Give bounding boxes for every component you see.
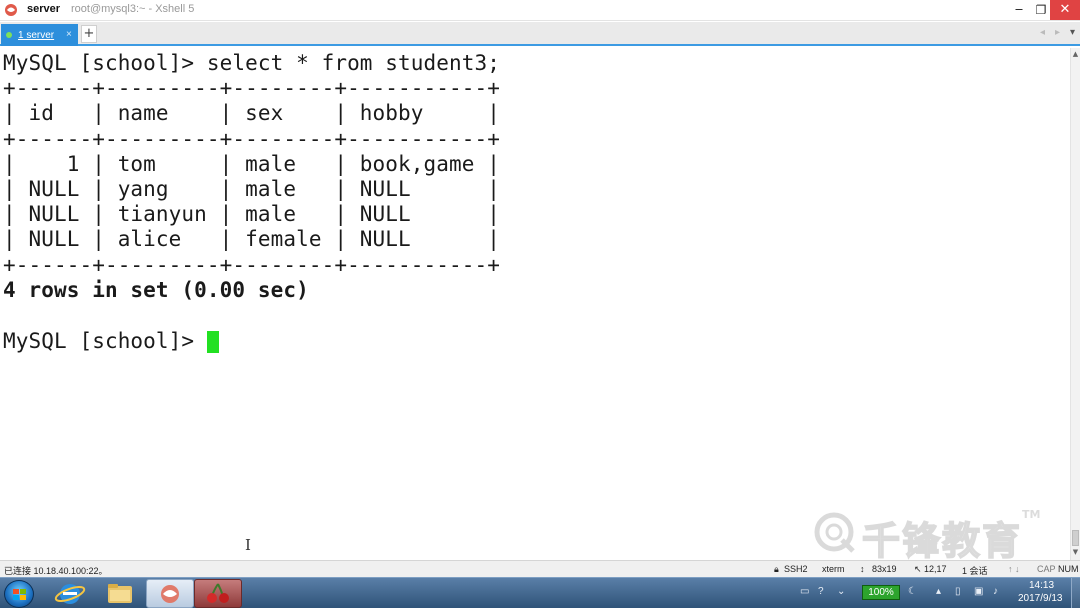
windows-logo-icon xyxy=(13,589,26,600)
folder-icon xyxy=(108,584,132,603)
xshell-app-icon xyxy=(5,4,17,16)
prompt-line: MySQL [school]> xyxy=(3,329,207,353)
show-hidden-icons[interactable]: ▴ xyxy=(936,586,941,597)
terminal-line: MySQL [school]> select * from student3; xyxy=(3,51,500,75)
terminal-line: +------+---------+--------+-----------+ xyxy=(3,76,500,100)
tab-server[interactable]: 1 server × xyxy=(1,24,78,46)
terminal-line: +------+---------+--------+-----------+ xyxy=(3,253,500,277)
tab-close-icon[interactable]: × xyxy=(66,29,72,40)
terminal-line: | NULL | alice | female | NULL | xyxy=(3,227,500,251)
status-bar: 已连接 10.18.40.100:22。 🔒︎ SSH2 xterm ↕ 83x… xyxy=(0,560,1080,577)
terminal-type-status: xterm xyxy=(822,564,845,574)
watermark-trademark: TM xyxy=(1022,508,1041,521)
cursor-position-status: 12,17 xyxy=(924,564,947,574)
file-explorer-taskbar-button[interactable] xyxy=(96,579,144,608)
terminal-output[interactable]: MySQL [school]> select * from student3; … xyxy=(0,48,1070,560)
scroll-arrows-icon: ↑ ↓ xyxy=(1008,564,1020,574)
watermark-text: 千锋教育 xyxy=(861,518,1023,564)
xshell-icon xyxy=(161,585,179,603)
cherry-icon xyxy=(207,583,229,603)
brand-logo-icon xyxy=(814,512,855,553)
text-cursor-icon: I xyxy=(245,536,251,554)
window-subtitle: root@mysql3:~ - Xshell 5 xyxy=(71,3,195,15)
battery-indicator[interactable]: 100% xyxy=(862,585,900,600)
connected-status-icon xyxy=(6,32,12,38)
resize-icon: ↕ xyxy=(860,564,865,574)
tab-scroll-left-icon[interactable]: ◂ xyxy=(1040,27,1045,38)
internet-explorer-taskbar-button[interactable] xyxy=(46,579,94,608)
window-titlebar: server root@mysql3:~ - Xshell 5 ‒ ❐ ✕ xyxy=(0,0,1080,21)
start-button[interactable] xyxy=(4,580,34,608)
scroll-up-icon[interactable]: ▲ xyxy=(1071,50,1080,58)
session-tab-bar: 1 server × + ◂ ▸ ▾ xyxy=(0,22,1080,46)
help-tray-icon[interactable]: ? xyxy=(818,586,824,597)
moon-tray-icon[interactable]: ☾ xyxy=(908,586,917,597)
num-lock-indicator: NUM xyxy=(1058,564,1079,574)
windows-taskbar: ▭ ? ⌄ 100% ☾ ▴ ▯ ▣ ♪ 14:13 2017/9/13 xyxy=(0,577,1080,608)
network-tray-icon[interactable]: ▣ xyxy=(974,586,983,597)
terminal-scrollbar[interactable]: ▲ ▼ xyxy=(1070,48,1080,560)
terminal-line: | id | name | sex | hobby | xyxy=(3,101,500,125)
tray-expand-icon[interactable]: ⌄ xyxy=(837,586,845,597)
terminal-line: | 1 | tom | male | book,game | xyxy=(3,152,500,176)
internet-explorer-icon xyxy=(54,584,86,604)
result-summary-line: 4 rows in set (0.00 sec) xyxy=(3,278,309,302)
connection-status: 已连接 10.18.40.100:22。 xyxy=(4,566,108,576)
protocol-status: SSH2 xyxy=(784,564,808,574)
clock-date[interactable]: 2017/9/13 xyxy=(1018,593,1063,604)
cherrytree-taskbar-button[interactable] xyxy=(194,579,242,608)
new-tab-button[interactable]: + xyxy=(81,25,97,43)
terminal-size-status: 83x19 xyxy=(872,564,897,574)
show-desktop-button[interactable] xyxy=(1071,578,1080,608)
scroll-down-icon[interactable]: ▼ xyxy=(1071,548,1080,556)
volume-tray-icon[interactable]: ♪ xyxy=(993,586,998,597)
tab-scroll-right-icon[interactable]: ▸ xyxy=(1055,27,1060,38)
session-count-status: 1 会话 xyxy=(962,566,988,576)
terminal-line: +------+---------+--------+-----------+ xyxy=(3,127,500,151)
caps-lock-indicator: CAP xyxy=(1037,564,1056,574)
keyboard-tray-icon[interactable]: ▭ xyxy=(800,586,809,597)
terminal-cursor xyxy=(207,331,219,353)
xshell-taskbar-button[interactable] xyxy=(146,579,194,608)
close-button[interactable]: ✕ xyxy=(1050,0,1080,20)
terminal-line: | NULL | yang | male | NULL | xyxy=(3,177,500,201)
device-tray-icon[interactable]: ▯ xyxy=(955,586,961,597)
clock-time[interactable]: 14:13 xyxy=(1029,580,1054,591)
tab-label: 1 server xyxy=(18,30,55,41)
terminal-line: | NULL | tianyun | male | NULL | xyxy=(3,202,500,226)
cursor-icon: ↖ xyxy=(914,564,922,574)
lock-icon: 🔒︎ xyxy=(774,564,779,574)
scroll-thumb[interactable] xyxy=(1072,530,1079,546)
window-title: server xyxy=(27,3,61,15)
tab-menu-icon[interactable]: ▾ xyxy=(1070,27,1075,38)
